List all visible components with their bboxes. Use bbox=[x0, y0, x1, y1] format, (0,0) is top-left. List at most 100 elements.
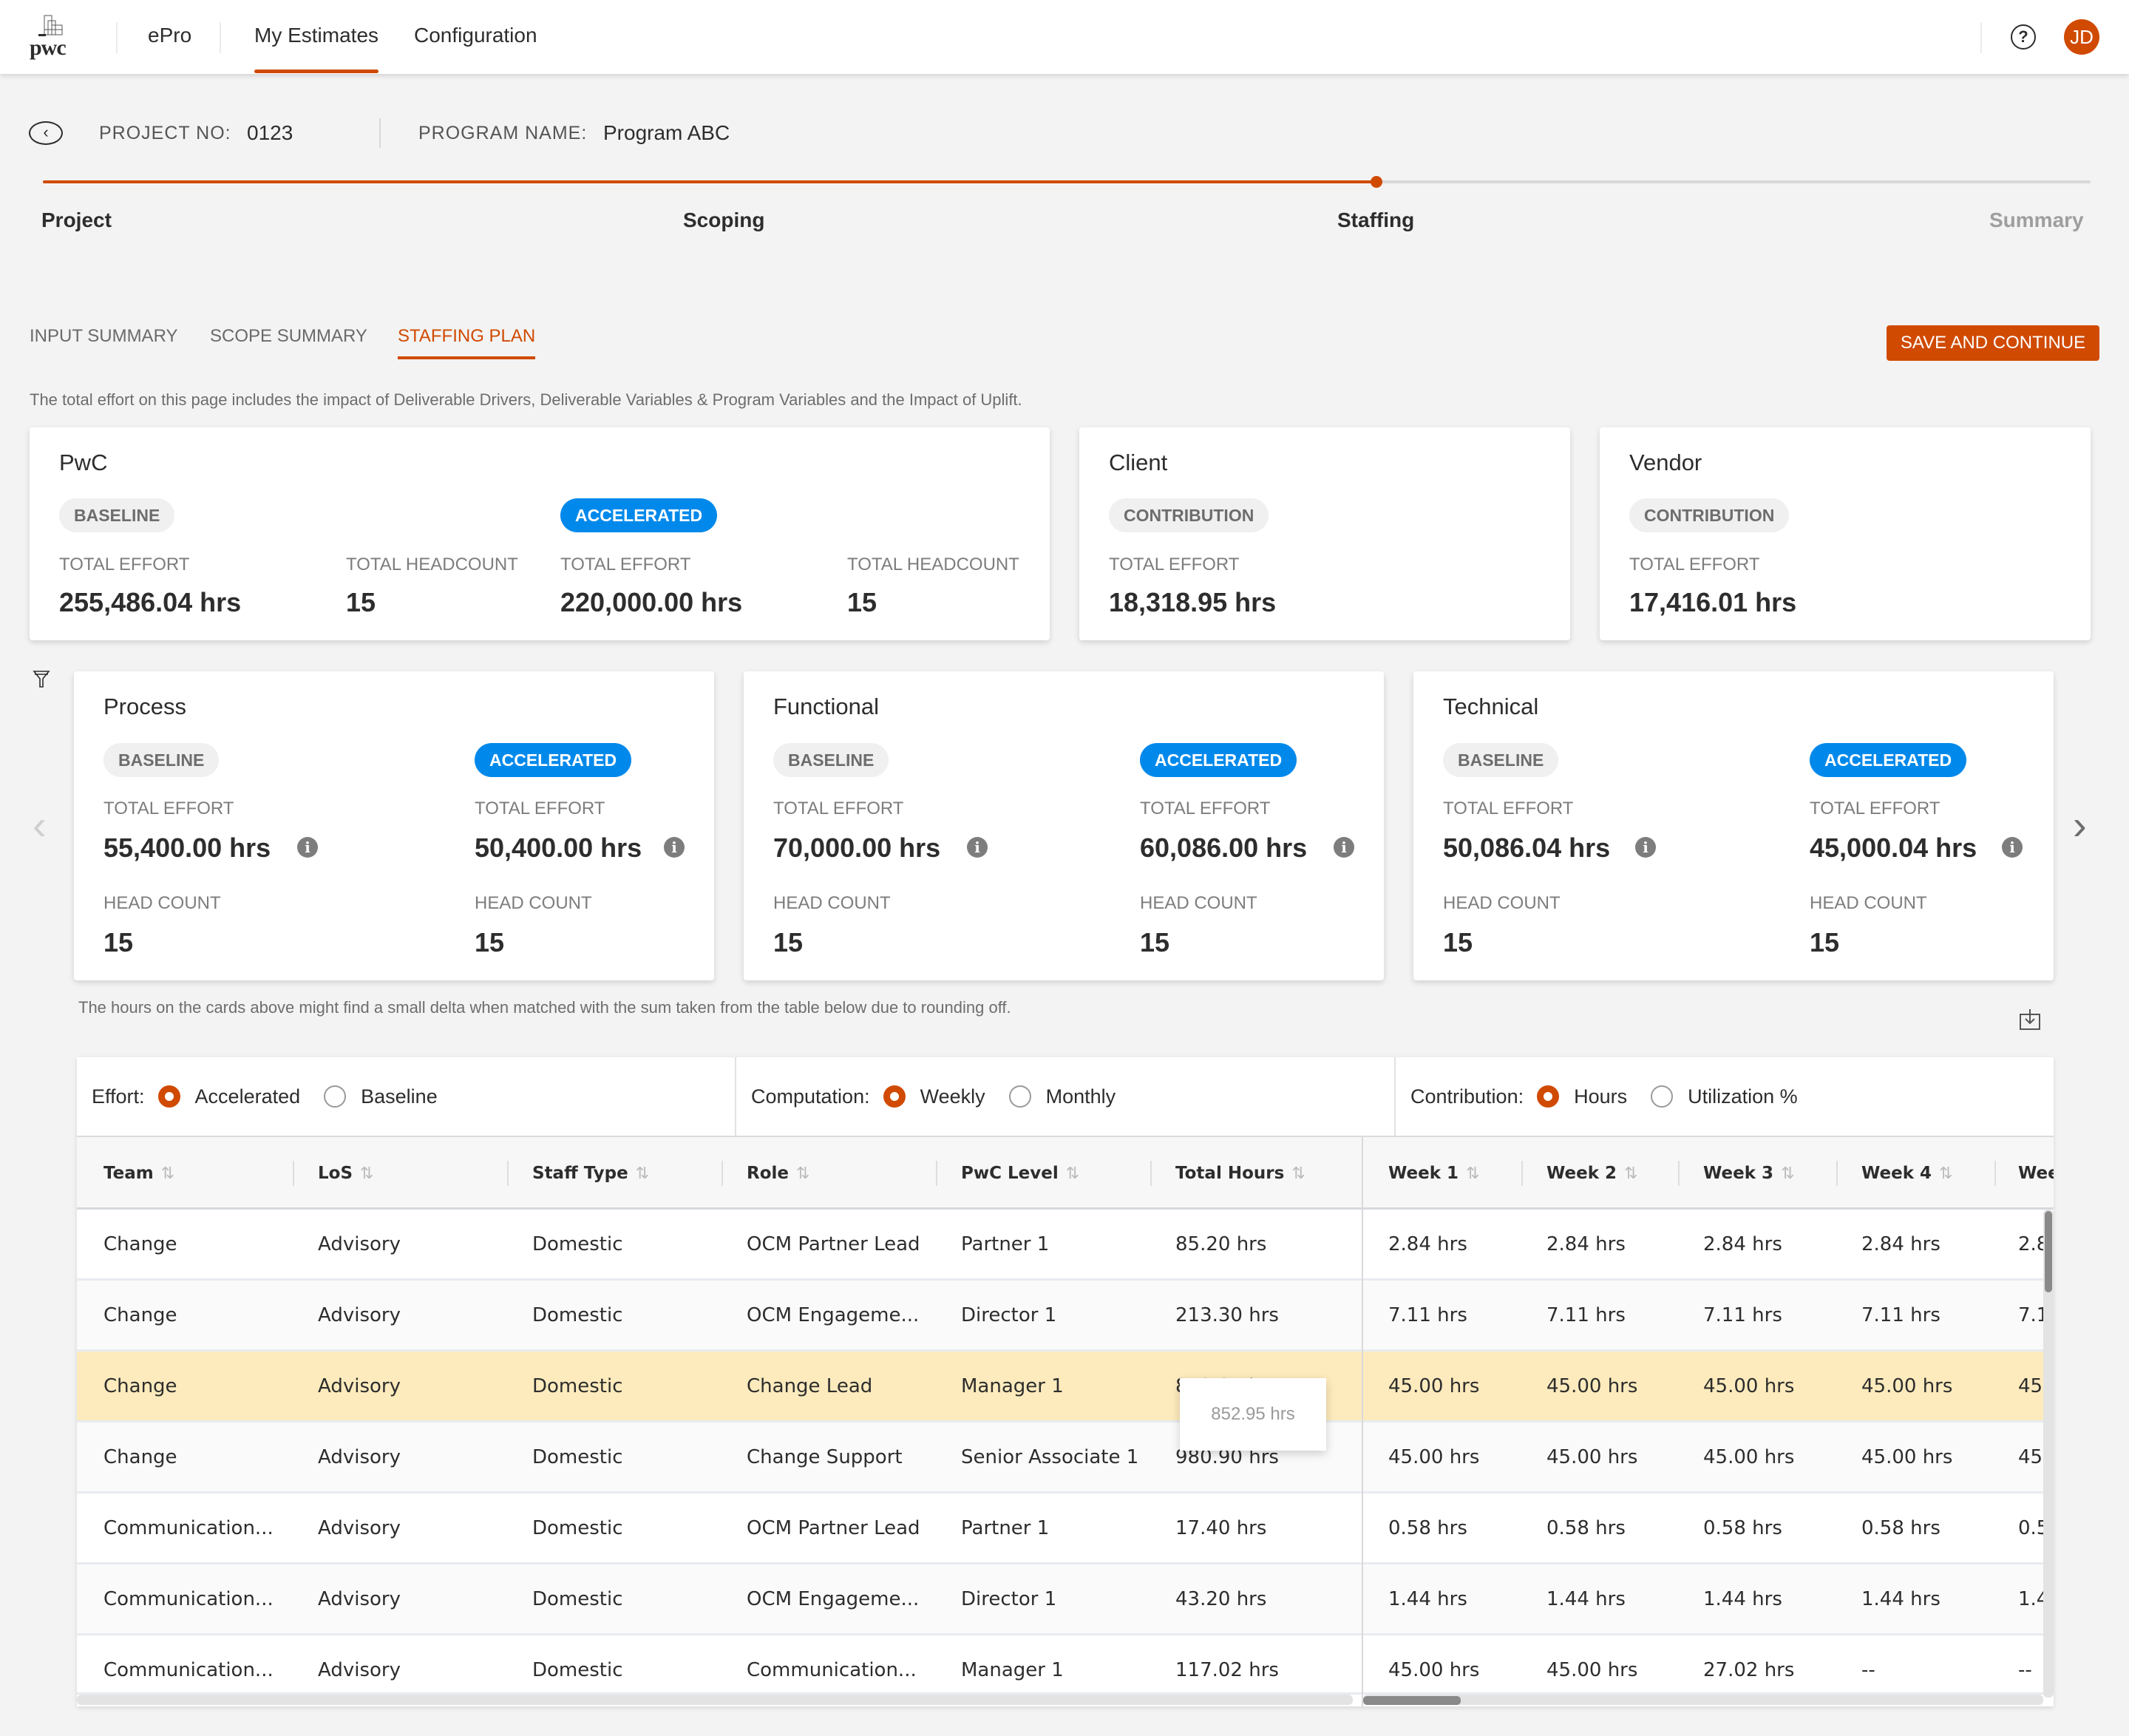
effort-accelerated-radio[interactable]: Accelerated bbox=[157, 1085, 300, 1108]
scrollbar-thumb[interactable] bbox=[2045, 1211, 2052, 1292]
column-resize-divider[interactable] bbox=[293, 1161, 294, 1186]
table-row[interactable]: Change Advisory Domestic OCM Partner Lead Pa… bbox=[77, 1210, 2043, 1281]
info-icon[interactable]: i bbox=[664, 837, 685, 858]
column-header[interactable]: Staff Type ⇅ bbox=[532, 1137, 649, 1210]
sort-icon[interactable]: ⇅ bbox=[1939, 1164, 1952, 1183]
help-icon[interactable]: ? bbox=[2011, 24, 2036, 50]
info-icon[interactable]: i bbox=[297, 837, 318, 858]
computation-weekly-radio[interactable]: Weekly bbox=[883, 1085, 985, 1108]
sort-icon[interactable]: ⇅ bbox=[1291, 1164, 1305, 1183]
column-header[interactable]: Week 2 ⇅ bbox=[1546, 1137, 1638, 1210]
back-button[interactable]: ‹ bbox=[29, 121, 63, 145]
table-row[interactable]: Change Advisory Domestic Change Support Seni… bbox=[77, 1423, 2043, 1493]
baseline-total-effort: 255,486.04 hrs bbox=[59, 587, 242, 617]
sort-icon[interactable]: ⇅ bbox=[360, 1164, 373, 1183]
table-cell: 7.11 hrs bbox=[1546, 1304, 1626, 1326]
column-header[interactable]: Week 1 ⇅ bbox=[1388, 1137, 1480, 1210]
column-resize-divider[interactable] bbox=[507, 1161, 509, 1186]
user-avatar[interactable]: JD bbox=[2064, 19, 2099, 55]
info-icon[interactable]: i bbox=[1635, 837, 1656, 858]
nav-my-estimates[interactable]: My Estimates bbox=[254, 24, 379, 73]
card-title: Client bbox=[1109, 450, 1168, 475]
step-summary[interactable]: Summary bbox=[1989, 208, 2084, 232]
column-resize-divider[interactable] bbox=[1678, 1161, 1680, 1186]
nav-configuration[interactable]: Configuration bbox=[414, 24, 537, 47]
save-and-continue-button[interactable]: SAVE AND CONTINUE bbox=[1887, 325, 2099, 361]
sort-icon[interactable]: ⇅ bbox=[1066, 1164, 1079, 1183]
column-header[interactable]: Wee bbox=[2018, 1137, 2054, 1210]
table-cell: 45.00 hrs bbox=[1546, 1446, 1638, 1468]
column-header[interactable]: Role ⇅ bbox=[747, 1137, 809, 1210]
column-header[interactable]: LoS ⇅ bbox=[318, 1137, 373, 1210]
sort-icon[interactable]: ⇅ bbox=[636, 1164, 649, 1183]
column-header-label: Team bbox=[103, 1164, 154, 1183]
scrollbar-thumb[interactable] bbox=[1363, 1696, 1461, 1705]
table-cell: 45.00 hrs bbox=[1388, 1446, 1480, 1468]
table-cell: 1.44 hrs bbox=[1703, 1588, 1782, 1610]
sort-icon[interactable]: ⇅ bbox=[796, 1164, 809, 1183]
sort-icon[interactable]: ⇅ bbox=[1781, 1164, 1794, 1183]
column-header[interactable]: Week 4 ⇅ bbox=[1861, 1137, 1953, 1210]
step-project[interactable]: Project bbox=[41, 208, 112, 232]
column-resize-divider[interactable] bbox=[1836, 1161, 1838, 1186]
top-navbar: pwc ePro My Estimates Configuration ? JD bbox=[0, 0, 2129, 74]
filter-icon[interactable] bbox=[33, 670, 50, 689]
column-resize-divider[interactable] bbox=[1994, 1161, 1996, 1186]
effort-baseline-radio[interactable]: Baseline bbox=[324, 1085, 438, 1108]
tab-scope-summary[interactable]: SCOPE SUMMARY bbox=[210, 326, 367, 347]
table-row[interactable]: Change Advisory Domestic OCM Engageme... Dir… bbox=[77, 1281, 2043, 1352]
step-staffing[interactable]: Staffing bbox=[1337, 208, 1414, 232]
accelerated-total-effort: 50,400.00 hrs bbox=[475, 833, 642, 863]
tab-staffing-plan[interactable]: STAFFING PLAN bbox=[398, 326, 536, 359]
contribution-utilization-radio[interactable]: Utilization % bbox=[1651, 1085, 1798, 1108]
horizontal-scrollbar[interactable] bbox=[1363, 1695, 2043, 1705]
sort-icon[interactable]: ⇅ bbox=[161, 1164, 174, 1183]
column-header-label: Role bbox=[747, 1164, 789, 1183]
column-header-label: Staff Type bbox=[532, 1164, 628, 1183]
contribution-filter: Contribution: Hours Utilization % bbox=[1394, 1057, 2054, 1136]
table-cell: 1.44 hrs bbox=[1861, 1588, 1940, 1610]
table-cell: OCM Engageme... bbox=[747, 1304, 920, 1326]
pwc-logo[interactable]: pwc bbox=[27, 13, 78, 62]
table-row[interactable]: Communication... Advisory Domestic Communic… bbox=[77, 1635, 2043, 1695]
sort-icon[interactable]: ⇅ bbox=[1466, 1164, 1479, 1183]
app-name[interactable]: ePro bbox=[148, 24, 191, 47]
column-header[interactable]: PwC Level ⇅ bbox=[961, 1137, 1079, 1210]
tab-input-summary[interactable]: INPUT SUMMARY bbox=[30, 326, 177, 347]
table-row[interactable]: Communication... Advisory Domestic OCM Enga… bbox=[77, 1564, 2043, 1635]
table-row[interactable]: Communication... Advisory Domestic OCM Part… bbox=[77, 1493, 2043, 1564]
table-cell: 45.00 hrs bbox=[1861, 1375, 1953, 1397]
carousel-prev-chevron-icon[interactable]: ‹ bbox=[33, 804, 47, 846]
rounding-note: The hours on the cards above might find … bbox=[78, 998, 1011, 1017]
column-header[interactable]: Week 3 ⇅ bbox=[1703, 1137, 1795, 1210]
column-header[interactable]: Team ⇅ bbox=[103, 1137, 174, 1210]
column-resize-divider[interactable] bbox=[721, 1161, 723, 1186]
info-icon[interactable]: i bbox=[1334, 837, 1354, 858]
accelerated-head-count: 15 bbox=[1810, 927, 1840, 957]
column-resize-divider[interactable] bbox=[1521, 1161, 1523, 1186]
column-resize-divider[interactable] bbox=[1150, 1161, 1152, 1186]
carousel-next-chevron-icon[interactable]: › bbox=[2073, 804, 2087, 846]
contribution-hours-radio[interactable]: Hours bbox=[1537, 1085, 1627, 1108]
info-icon[interactable]: i bbox=[967, 837, 988, 858]
vertical-scrollbar[interactable] bbox=[2043, 1210, 2054, 1698]
column-header[interactable]: Total Hours ⇅ bbox=[1175, 1137, 1305, 1210]
total-effort-label: TOTAL EFFORT bbox=[773, 799, 904, 818]
accelerated-total-effort: 45,000.04 hrs bbox=[1810, 833, 1977, 863]
step-scoping[interactable]: Scoping bbox=[683, 208, 764, 232]
download-icon[interactable] bbox=[2018, 1008, 2042, 1032]
baseline-head-count: 15 bbox=[103, 927, 134, 957]
column-resize-divider[interactable] bbox=[936, 1161, 937, 1186]
frozen-horizontal-scrollbar[interactable] bbox=[77, 1695, 1353, 1705]
table-cell: 1.44 hrs bbox=[1388, 1588, 1467, 1610]
column-header-label: PwC Level bbox=[961, 1164, 1059, 1183]
team-card-functional: Functional BASELINE ACCELERATED TOTAL EF… bbox=[744, 671, 1384, 980]
table-cell: Domestic bbox=[532, 1517, 623, 1539]
table-cell: 0.58 hrs bbox=[1388, 1517, 1467, 1539]
table-row[interactable]: Change Advisory Domestic Change Lead Manager… bbox=[77, 1352, 2043, 1423]
radio-label: Utilization % bbox=[1688, 1085, 1798, 1108]
info-icon[interactable]: i bbox=[2002, 837, 2023, 858]
computation-monthly-radio[interactable]: Monthly bbox=[1008, 1085, 1116, 1108]
table-cell: Advisory bbox=[318, 1375, 401, 1397]
sort-icon[interactable]: ⇅ bbox=[1624, 1164, 1637, 1183]
